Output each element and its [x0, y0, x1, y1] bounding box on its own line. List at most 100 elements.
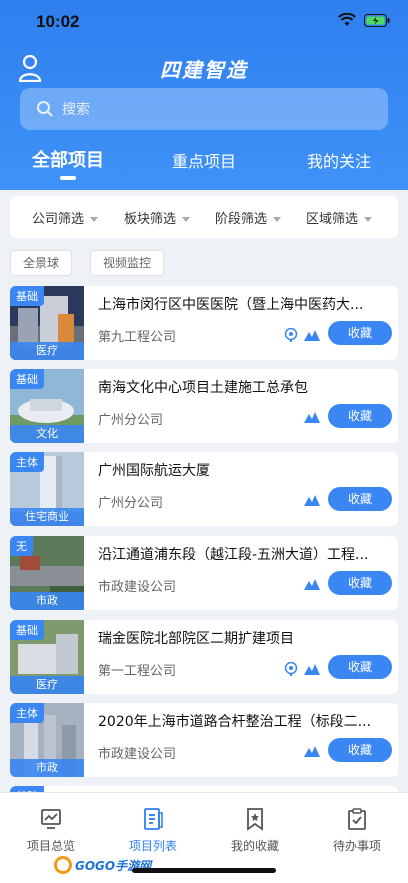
filter-region-label: 区域筛选	[306, 212, 359, 227]
category-tag: 市政	[10, 592, 84, 610]
project-name: 上海市闵行区中医医院（暨上海中医药大...	[98, 297, 364, 313]
filter-sector-label: 板块筛选	[124, 212, 177, 227]
caret-down-icon	[90, 217, 99, 222]
favorite-button[interactable]: 收藏	[328, 738, 392, 762]
overview-icon	[41, 809, 61, 829]
battery-icon	[364, 13, 390, 27]
favorite-button[interactable]: 收藏	[328, 571, 392, 595]
chart-icon[interactable]	[304, 745, 320, 757]
caret-down-icon	[364, 217, 373, 222]
project-company: 广州分公司	[98, 496, 164, 511]
todo-icon	[348, 808, 366, 830]
filter-bar: 公司筛选 板块筛选 阶段筛选 区域筛选	[10, 196, 398, 238]
project-card[interactable]: 无 市政 沿江通道浦东段（越江段-五洲大道）工程... 市政建设公司 收藏	[10, 536, 398, 610]
search-input[interactable]: 搜索	[20, 88, 388, 130]
tab-bar: 全部项目 重点项目 我的关注	[0, 146, 408, 180]
nav-my-favorites-label: 我的收藏	[230, 839, 279, 853]
project-thumbnail: 主体 市政	[10, 703, 84, 777]
stage-tag: 主体	[10, 452, 44, 472]
project-thumbnail: 基础 医疗	[10, 620, 84, 694]
favorite-button[interactable]: 收藏	[328, 404, 392, 428]
project-thumbnail: 基础 文化	[10, 369, 84, 443]
wifi-icon	[338, 13, 356, 26]
status-time: 10:02	[36, 12, 80, 31]
category-tag: 住宅商业	[10, 508, 84, 526]
project-icons	[304, 494, 320, 506]
bookmark-icon	[247, 808, 263, 831]
project-company: 第一工程公司	[98, 664, 177, 679]
panorama-icon[interactable]	[284, 328, 298, 342]
tab-key-projects[interactable]: 重点项目	[172, 148, 236, 172]
tab-my-follows[interactable]: 我的关注	[307, 148, 371, 172]
nav-my-favorites[interactable]: 我的收藏	[204, 807, 306, 854]
favorite-button[interactable]: 收藏	[328, 655, 392, 679]
project-icons	[304, 578, 320, 590]
nav-overview[interactable]: 项目总览	[0, 807, 102, 854]
project-card[interactable]: 基础 医疗 上海市闵行区中医医院（暨上海中医药大... 第九工程公司 收藏	[10, 286, 398, 360]
search-icon	[37, 101, 53, 117]
project-company: 广州分公司	[98, 413, 164, 428]
project-thumbnail: 主体 住宅商业	[10, 452, 84, 526]
category-tag: 医疗	[10, 676, 84, 694]
caret-down-icon	[182, 217, 191, 222]
favorite-button[interactable]: 收藏	[328, 321, 392, 345]
nav-todo-label: 待办事项	[332, 839, 381, 853]
nav-todo[interactable]: 待办事项	[306, 807, 408, 854]
project-company: 市政建设公司	[98, 580, 177, 595]
favorite-button[interactable]: 收藏	[328, 487, 392, 511]
filter-sector[interactable]: 板块筛选	[124, 208, 191, 227]
project-card[interactable]: 基础 文化 南海文化中心项目土建施工总承包 广州分公司 收藏	[10, 369, 398, 443]
filter-company[interactable]: 公司筛选	[32, 208, 99, 227]
filter-stage[interactable]: 阶段筛选	[215, 208, 282, 227]
project-name: 瑞金医院北部院区二期扩建项目	[98, 631, 294, 647]
stage-tag: 无	[10, 536, 33, 556]
project-card[interactable]: 主体 住宅商业 广州国际航运大厦 广州分公司 收藏	[10, 452, 398, 526]
project-name: 2020年上海市道路合杆整治工程（标段二...	[98, 714, 371, 730]
tab-all-projects[interactable]: 全部项目	[32, 146, 104, 172]
project-icons	[284, 328, 320, 342]
watermark-logo-icon	[54, 856, 72, 874]
project-thumbnail: 无 市政	[10, 536, 84, 610]
filter-company-label: 公司筛选	[32, 212, 85, 227]
home-indicator	[132, 868, 276, 873]
stage-tag: 基础	[10, 286, 44, 306]
stage-tag: 基础	[10, 369, 44, 389]
project-card[interactable]: 基础 医疗 瑞金医院北部院区二期扩建项目 第一工程公司 收藏	[10, 620, 398, 694]
list-icon	[144, 808, 163, 830]
project-card[interactable]: 主体 市政 2020年上海市道路合杆整治工程（标段二... 市政建设公司 收藏	[10, 703, 398, 777]
search-placeholder: 搜索	[62, 102, 90, 118]
project-icons	[304, 411, 320, 423]
project-icons	[284, 662, 320, 676]
app-bar: 四建智造	[0, 50, 408, 86]
filter-stage-label: 阶段筛选	[215, 212, 268, 227]
chip-panorama[interactable]: 全景球	[10, 250, 73, 276]
category-tag: 医疗	[10, 342, 84, 360]
chart-icon[interactable]	[304, 663, 320, 675]
category-tag: 文化	[10, 425, 84, 443]
chart-icon[interactable]	[304, 494, 320, 506]
caret-down-icon	[273, 217, 282, 222]
category-tag: 市政	[10, 759, 84, 777]
app-title: 四建智造	[160, 58, 248, 82]
chip-video-monitor[interactable]: 视频监控	[90, 250, 165, 276]
project-company: 第九工程公司	[98, 330, 177, 345]
filter-region[interactable]: 区域筛选	[306, 208, 373, 227]
project-company: 市政建设公司	[98, 747, 177, 762]
stage-tag: 主体	[10, 703, 44, 723]
chart-icon[interactable]	[304, 329, 320, 341]
tab-indicator	[60, 176, 76, 180]
project-name: 南海文化中心项目土建施工总承包	[98, 380, 308, 396]
nav-project-list[interactable]: 项目列表	[102, 807, 204, 854]
nav-project-list-label: 项目列表	[128, 839, 177, 853]
project-icons	[304, 745, 320, 757]
stage-tag: 基础	[10, 620, 44, 640]
project-thumbnail: 基础 医疗	[10, 286, 84, 360]
chart-icon[interactable]	[304, 411, 320, 423]
panorama-icon[interactable]	[284, 662, 298, 676]
project-name: 广州国际航运大厦	[98, 463, 210, 479]
nav-overview-label: 项目总览	[26, 839, 75, 853]
system-icons	[338, 13, 390, 27]
chart-icon[interactable]	[304, 578, 320, 590]
status-bar: 10:02	[0, 0, 408, 44]
project-name: 沿江通道浦东段（越江段-五洲大道）工程...	[98, 547, 369, 563]
